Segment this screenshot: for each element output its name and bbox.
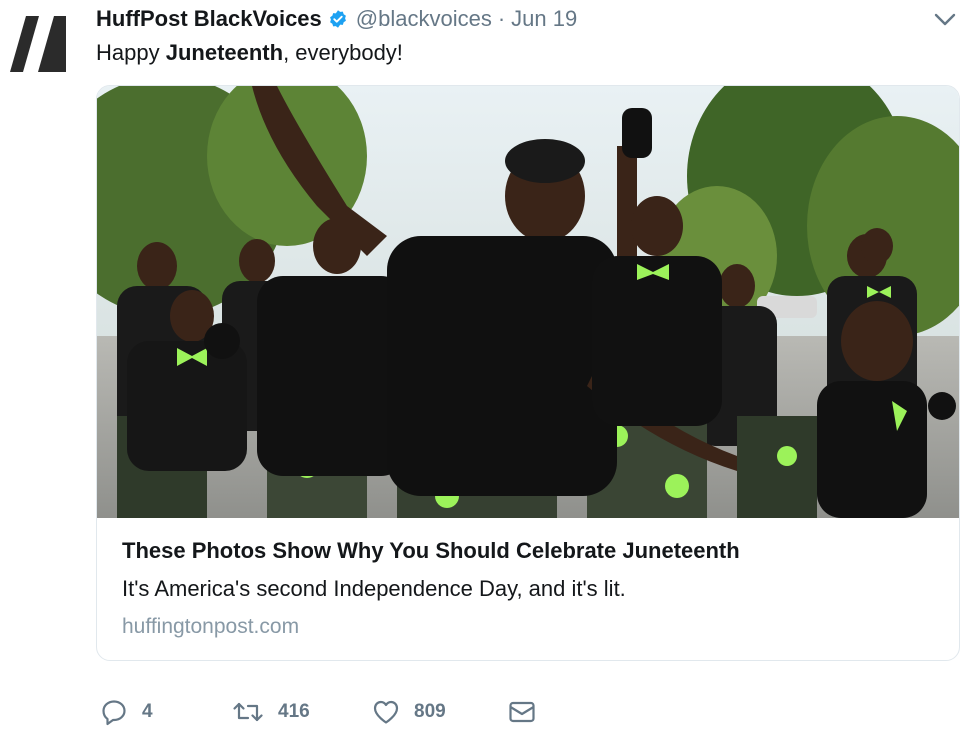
author-display-name[interactable]: HuffPost BlackVoices — [96, 6, 322, 32]
retweet-icon — [233, 702, 263, 722]
card-description: It's America's second Independence Day, … — [122, 576, 626, 601]
like-count: 809 — [414, 701, 446, 722]
tweet-actions: 4 416 809 — [100, 696, 560, 728]
tweet-date[interactable]: Jun 19 — [511, 6, 577, 32]
retweet-count: 416 — [278, 701, 310, 722]
tweet-text-before: Happy — [96, 40, 166, 65]
chevron-down-icon[interactable] — [930, 8, 960, 32]
author-avatar[interactable] — [8, 14, 68, 74]
card-image — [97, 86, 959, 518]
tweet-header: HuffPost BlackVoices @blackvoices · Jun … — [96, 6, 577, 32]
link-card[interactable]: These Photos Show Why You Should Celebra… — [96, 85, 960, 661]
heart-icon — [373, 700, 399, 724]
reply-icon — [102, 700, 126, 726]
card-domain: huffingtonpost.com — [122, 615, 300, 638]
direct-message-button[interactable] — [508, 696, 536, 728]
verified-badge-icon — [329, 10, 346, 28]
envelope-icon — [509, 701, 535, 723]
retweet-button[interactable]: 416 — [232, 696, 310, 728]
like-button[interactable]: 809 — [372, 696, 446, 728]
author-handle[interactable]: @blackvoices — [356, 6, 492, 32]
separator-dot: · — [497, 6, 506, 31]
reply-button[interactable]: 4 — [100, 696, 153, 728]
reply-count: 4 — [142, 701, 153, 722]
tweet-text-after: , everybody! — [283, 40, 403, 65]
hashtag-juneteenth: Juneteenth — [165, 40, 284, 65]
card-title[interactable]: These Photos Show Why You Should Celebra… — [122, 538, 740, 564]
tweet-text: Happy Juneteenth, everybody! — [96, 40, 403, 66]
huffpost-logo-icon — [8, 14, 68, 74]
